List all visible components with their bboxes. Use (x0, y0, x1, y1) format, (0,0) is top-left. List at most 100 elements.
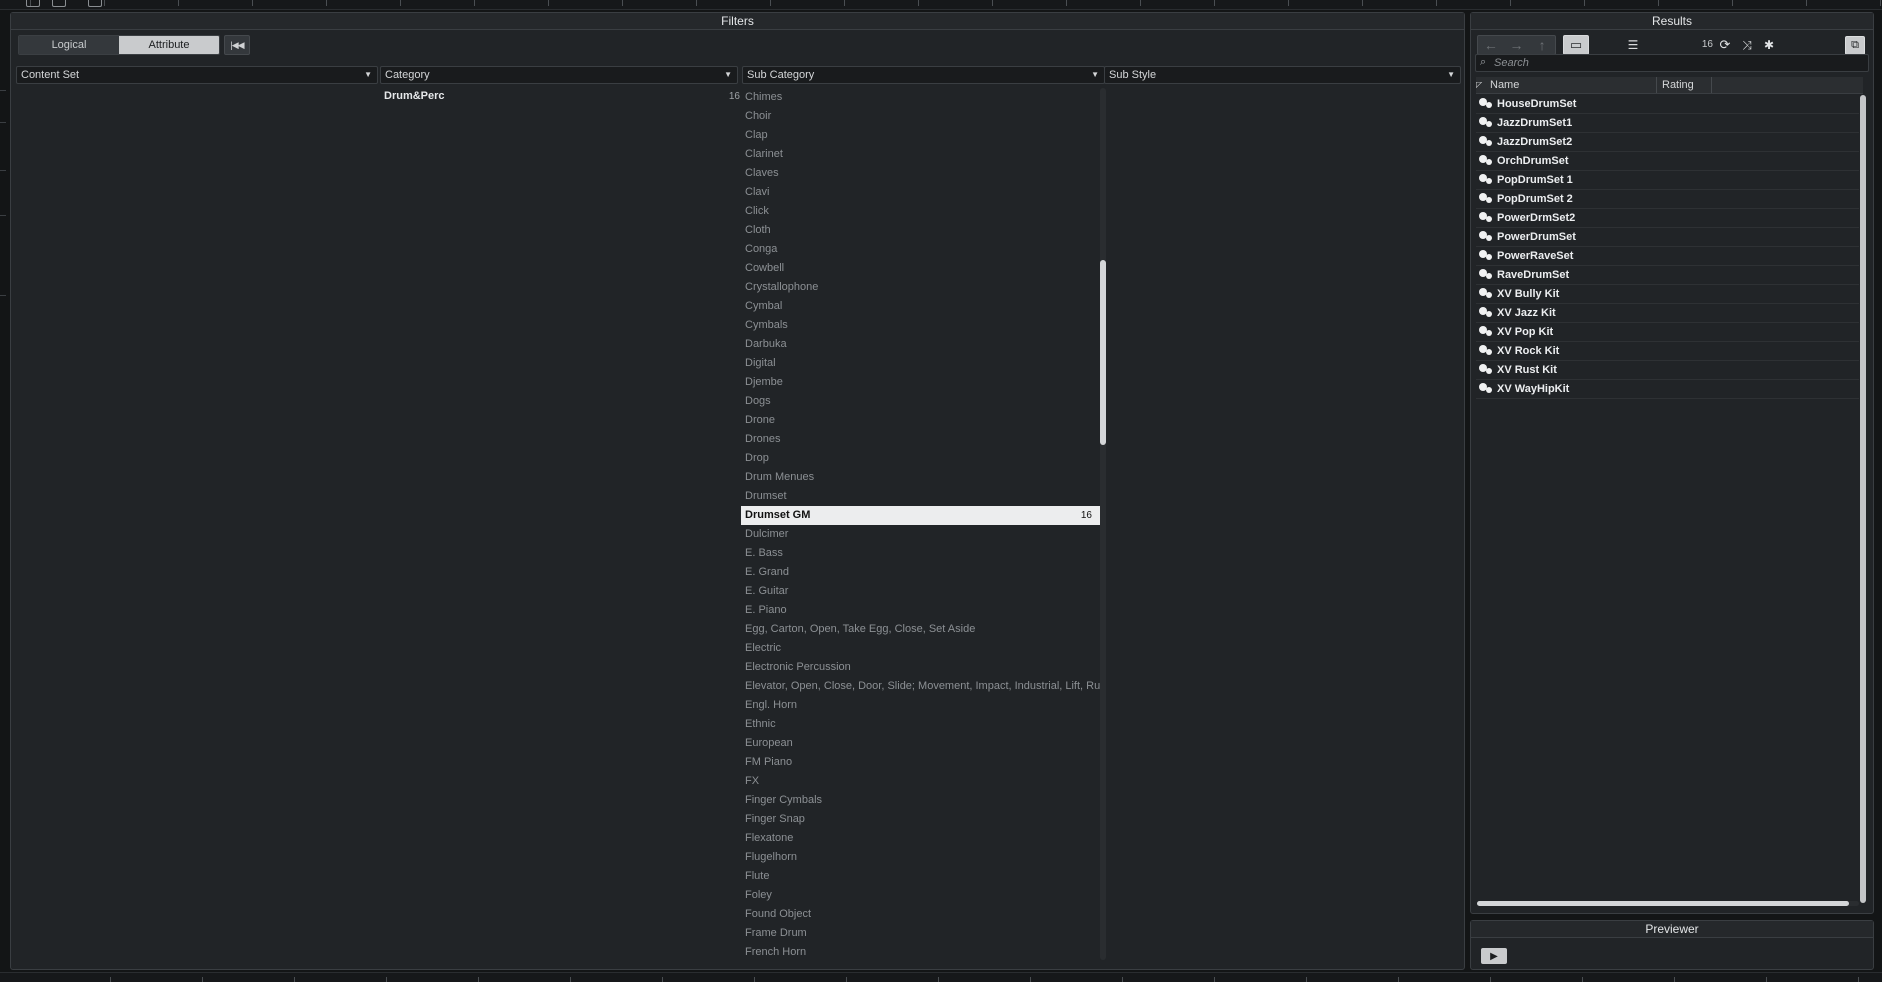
sub-category-item[interactable]: Drum Menues (741, 468, 1100, 487)
up-arrow-icon[interactable]: ↑ (1529, 36, 1555, 54)
sub-category-item[interactable]: Drop (741, 449, 1100, 468)
result-row[interactable]: PowerDrumSet (1476, 228, 1859, 247)
search-input[interactable] (1494, 56, 1854, 70)
result-row[interactable]: OrchDrumSet (1476, 152, 1859, 171)
ruler-tick (1030, 977, 1031, 982)
sub-category-scrollbar[interactable] (1100, 88, 1106, 960)
sub-category-item[interactable]: Digital (741, 354, 1100, 373)
toolbar-icon-1[interactable] (26, 0, 40, 7)
sub-category-item[interactable]: Frame Drum (741, 924, 1100, 943)
folder-button[interactable]: ▭ (1563, 35, 1589, 55)
result-row[interactable]: PopDrumSet 2 (1476, 190, 1859, 209)
results-scrollbar[interactable] (1860, 95, 1866, 903)
sub-category-item[interactable]: Darbuka (741, 335, 1100, 354)
sub-category-item[interactable]: Finger Snap (741, 810, 1100, 829)
sub-category-item[interactable]: Clap (741, 126, 1100, 145)
settings-button[interactable]: ✱ (1759, 35, 1779, 55)
result-row[interactable]: HouseDrumSet (1476, 95, 1859, 114)
sub-category-item[interactable]: Claves (741, 164, 1100, 183)
result-row[interactable]: PopDrumSet 1 (1476, 171, 1859, 190)
category-dropdown[interactable]: Category ▼ (380, 66, 738, 84)
list-view-button[interactable]: ☰ (1621, 35, 1645, 55)
sub-category-item[interactable]: Electric (741, 639, 1100, 658)
sub-category-dropdown[interactable]: Sub Category ▼ (742, 66, 1105, 84)
sub-category-item[interactable]: Flute (741, 867, 1100, 886)
sub-category-item[interactable]: Egg, Carton, Open, Take Egg, Close, Set … (741, 620, 1100, 639)
back-arrow-icon[interactable]: ← (1478, 36, 1504, 54)
sub-category-item[interactable]: Conga (741, 240, 1100, 259)
sub-category-item[interactable]: Finger Cymbals (741, 791, 1100, 810)
result-row[interactable]: XV WayHipKit (1476, 380, 1859, 399)
results-horizontal-scrollbar[interactable] (1477, 901, 1859, 906)
column-rating[interactable]: Rating (1662, 77, 1712, 93)
sub-category-item[interactable]: Click (741, 202, 1100, 221)
result-row[interactable]: XV Jazz Kit (1476, 304, 1859, 323)
scrollbar-thumb[interactable] (1477, 901, 1849, 906)
tab-attribute[interactable]: Attribute (119, 36, 219, 54)
sub-category-item[interactable]: E. Bass (741, 544, 1100, 563)
result-row[interactable]: JazzDrumSet1 (1476, 114, 1859, 133)
result-row[interactable]: XV Rock Kit (1476, 342, 1859, 361)
sub-category-item[interactable]: Cowbell (741, 259, 1100, 278)
result-row[interactable]: RaveDrumSet (1476, 266, 1859, 285)
sub-category-item[interactable]: Electronic Percussion (741, 658, 1100, 677)
sort-corner-icon[interactable]: ◸ (1476, 77, 1484, 93)
sub-category-item[interactable]: European (741, 734, 1100, 753)
sub-category-item[interactable]: Clavi (741, 183, 1100, 202)
sub-category-item[interactable]: Drumset (741, 487, 1100, 506)
preview-button[interactable]: ▶ (1481, 948, 1507, 964)
sub-category-item[interactable]: Cloth (741, 221, 1100, 240)
sub-category-item[interactable]: Drumset GM 16 (741, 506, 1100, 525)
result-row[interactable]: PowerRaveSet (1476, 247, 1859, 266)
reset-filters-button[interactable]: |◀◀ (224, 35, 250, 55)
sub-category-item[interactable]: Choir (741, 107, 1100, 126)
scrollbar-thumb[interactable] (1860, 95, 1866, 903)
forward-arrow-icon[interactable]: → (1504, 36, 1530, 54)
scrollbar-thumb[interactable] (1100, 260, 1106, 445)
sub-category-label: Flugelhorn (745, 851, 797, 863)
sub-category-item[interactable]: E. Grand (741, 563, 1100, 582)
result-row[interactable]: JazzDrumSet2 (1476, 133, 1859, 152)
sub-category-label: Egg, Carton, Open, Take Egg, Close, Set … (745, 623, 976, 635)
ruler-tick (1436, 0, 1437, 6)
shuffle-button[interactable]: ⤨ (1737, 35, 1757, 55)
sub-category-item[interactable]: Drones (741, 430, 1100, 449)
content-set-dropdown[interactable]: Content Set ▼ (16, 66, 378, 84)
sub-category-item[interactable]: Drone (741, 411, 1100, 430)
sub-category-item[interactable]: E. Guitar (741, 582, 1100, 601)
sub-category-item[interactable]: Elevator, Open, Close, Door, Slide; Move… (741, 677, 1100, 696)
sub-category-item[interactable]: Dulcimer (741, 525, 1100, 544)
result-row[interactable]: PowerDrmSet2 (1476, 209, 1859, 228)
sub-category-item[interactable]: Engl. Horn (741, 696, 1100, 715)
sub-category-item[interactable]: FM Piano (741, 753, 1100, 772)
sub-category-item[interactable]: Clarinet (741, 145, 1100, 164)
sub-category-item[interactable]: Crystallophone (741, 278, 1100, 297)
result-row[interactable]: XV Pop Kit (1476, 323, 1859, 342)
toolbar-icon-3[interactable] (88, 0, 102, 7)
result-row[interactable]: XV Bully Kit (1476, 285, 1859, 304)
refresh-button[interactable]: ⟳ (1715, 35, 1735, 55)
sub-category-item[interactable]: Foley (741, 886, 1100, 905)
sub-category-label: Frame Drum (745, 927, 807, 939)
save-icon[interactable] (52, 0, 66, 7)
chevron-down-icon: ▼ (724, 70, 732, 79)
column-name[interactable]: Name (1490, 77, 1657, 93)
sub-category-item[interactable]: Ethnic (741, 715, 1100, 734)
export-button[interactable]: ⧉ (1845, 36, 1865, 55)
sub-category-item[interactable]: FX (741, 772, 1100, 791)
sub-category-item[interactable]: Chimes (741, 88, 1100, 107)
sub-category-item[interactable]: Cymbals (741, 316, 1100, 335)
sub-category-item[interactable]: Cymbal (741, 297, 1100, 316)
sub-category-item[interactable]: French Horn (741, 943, 1100, 962)
sub-category-item[interactable]: Flugelhorn (741, 848, 1100, 867)
sub-category-item[interactable]: Dogs (741, 392, 1100, 411)
result-row[interactable]: XV Rust Kit (1476, 361, 1859, 380)
category-item[interactable]: Drum&Perc 16 (384, 88, 740, 105)
sub-category-item[interactable]: Flexatone (741, 829, 1100, 848)
sub-category-item[interactable]: Djembe (741, 373, 1100, 392)
sub-style-dropdown[interactable]: Sub Style ▼ (1104, 66, 1461, 84)
previewer-title: Previewer (1471, 921, 1873, 938)
tab-logical[interactable]: Logical (19, 36, 119, 54)
sub-category-item[interactable]: Found Object (741, 905, 1100, 924)
sub-category-item[interactable]: E. Piano (741, 601, 1100, 620)
